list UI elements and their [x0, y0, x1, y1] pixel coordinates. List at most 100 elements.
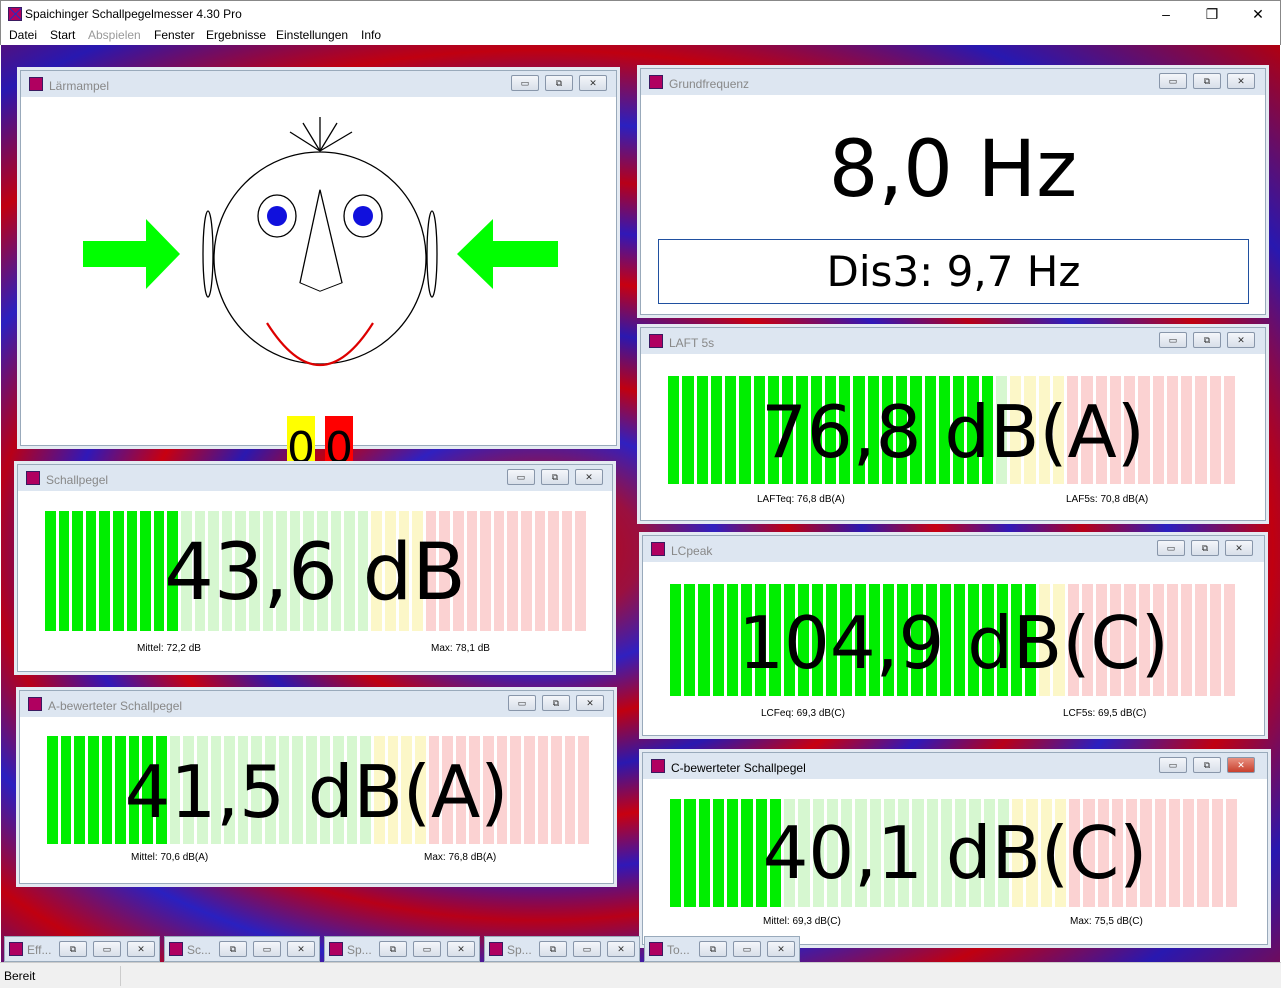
grundfrequenz-body: 8,0 Hz Dis3: 9,7 Hz [648, 95, 1258, 307]
window-close-button[interactable]: ✕ [1225, 540, 1253, 556]
window-restore-button[interactable]: ⧉ [379, 941, 407, 957]
window-maximize-button[interactable]: ▭ [413, 941, 441, 957]
minimized-title: Sc... [187, 943, 212, 957]
c-weighted-window[interactable]: C-bewerteter Schallpegel ▭ ⧉ ✕ 40,1 dB(C… [642, 752, 1268, 945]
window-restore-button[interactable]: ⧉ [219, 941, 247, 957]
window-maximize-button[interactable]: ⧉ [1193, 332, 1221, 348]
hair [289, 117, 353, 152]
minimized-window[interactable]: Sc... ⧉ ▭ ✕ [164, 936, 320, 962]
window-icon [489, 942, 503, 956]
window-close-button[interactable]: ✕ [1227, 73, 1255, 89]
window-maximize-button[interactable]: ▭ [93, 941, 121, 957]
minimized-window[interactable]: Eff... ⧉ ▭ ✕ [4, 936, 160, 962]
menu-start[interactable]: Start [50, 28, 75, 42]
window-restore-button[interactable]: ⧉ [699, 941, 727, 957]
window-maximize-button[interactable]: ▭ [253, 941, 281, 957]
window-titlebar[interactable]: Grundfrequenz ▭ ⧉ ✕ [641, 69, 1265, 95]
window-titlebar[interactable]: C-bewerteter Schallpegel ▭ ⧉ ✕ [643, 753, 1267, 779]
a-weighted-window[interactable]: A-bewerteter Schallpegel ▭ ⧉ ✕ 41,5 dB(A… [19, 690, 614, 884]
minimized-window[interactable]: Sp... ⧉ ▭ ✕ [324, 936, 480, 962]
level-right-stat: LAF5s: 70,8 dB(A) [1066, 494, 1149, 505]
window-titlebar[interactable]: Lärmampel ▭ ⧉ ✕ [21, 71, 616, 97]
window-icon [9, 942, 23, 956]
window-title: C-bewerteter Schallpegel [671, 761, 806, 775]
laermampel-window[interactable]: Lärmampel ▭ ⧉ ✕ 0 0 [20, 70, 617, 482]
nose [299, 189, 343, 292]
level-right-stat: Max: 78,1 dB [431, 643, 490, 654]
minimized-window[interactable]: Sp... ⧉ ▭ ✕ [484, 936, 640, 962]
close-button[interactable]: ✕ [1235, 3, 1281, 25]
window-titlebar[interactable]: Schallpegel ▭ ⧉ ✕ [18, 465, 612, 491]
window-minimize-button[interactable]: ▭ [1159, 332, 1187, 348]
a-weighted-body: 41,5 dB(A) Mittel: 70,6 dB(A) Max: 76,8 … [27, 717, 606, 876]
window-maximize-button[interactable]: ⧉ [1193, 757, 1221, 773]
mdi-workspace: Lärmampel ▭ ⧉ ✕ 0 0 Grundfrequenz ▭ ⧉ ✕ … [1, 45, 1280, 962]
window-restore-button[interactable]: ⧉ [539, 941, 567, 957]
menu-fenster[interactable]: Fenster [154, 28, 195, 42]
window-close-button[interactable]: ✕ [1227, 757, 1255, 773]
window-close-button[interactable]: ✕ [576, 695, 604, 711]
app-title: Spaichinger Schallpegelmesser 4.30 Pro [25, 7, 242, 21]
right-ear [426, 210, 438, 298]
window-maximize-button[interactable]: ⧉ [1193, 73, 1221, 89]
face-drawing [83, 117, 558, 366]
window-maximize-button[interactable]: ⧉ [545, 75, 573, 91]
menu-ergebnisse[interactable]: Ergebnisse [206, 28, 266, 42]
window-minimize-button[interactable]: ▭ [511, 75, 539, 91]
window-close-button[interactable]: ✕ [575, 469, 603, 485]
window-maximize-button[interactable]: ⧉ [1191, 540, 1219, 556]
status-text: Bereit [4, 969, 36, 983]
menu-abspielen[interactable]: Abspielen [88, 28, 141, 42]
schallpegel-window[interactable]: Schallpegel ▭ ⧉ ✕ 43,6 dB Mittel: 72,2 d… [17, 464, 613, 672]
restore-button[interactable]: ❐ [1189, 3, 1235, 25]
window-minimize-button[interactable]: ▭ [1159, 73, 1187, 89]
lcpeak-window[interactable]: LCpeak ▭ ⧉ ✕ 104,9 dB(C) LCFeq: 69,3 dB(… [642, 535, 1265, 736]
app-titlebar: Spaichinger Schallpegelmesser 4.30 Pro –… [0, 0, 1281, 26]
window-close-button[interactable]: ✕ [1227, 332, 1255, 348]
window-close-button[interactable]: ✕ [767, 941, 795, 957]
window-titlebar[interactable]: LCpeak ▭ ⧉ ✕ [643, 536, 1264, 562]
window-icon [329, 942, 343, 956]
menu-einstellungen[interactable]: Einstellungen [276, 28, 348, 42]
status-bar: Bereit [0, 962, 1281, 988]
window-maximize-button[interactable]: ⧉ [541, 469, 569, 485]
window-icon [649, 942, 663, 956]
minimized-window[interactable]: To... ⧉ ▭ ✕ [644, 936, 800, 962]
window-close-button[interactable]: ✕ [447, 941, 475, 957]
level-right-stat: Max: 76,8 dB(A) [424, 852, 497, 863]
window-minimize-button[interactable]: ▭ [1157, 540, 1185, 556]
window-close-button[interactable]: ✕ [287, 941, 315, 957]
level-value: 104,9 dB(C) [738, 601, 1169, 685]
menu-datei[interactable]: Datei [9, 28, 37, 42]
window-title: Grundfrequenz [669, 77, 750, 91]
window-minimize-button[interactable]: ▭ [507, 469, 535, 485]
window-title: LCpeak [671, 544, 713, 558]
level-right-stat: Max: 75,5 dB(C) [1070, 916, 1143, 927]
window-icon [651, 759, 665, 773]
level-left-stat: Mittel: 69,3 dB(C) [763, 916, 841, 927]
window-titlebar[interactable]: A-bewerteter Schallpegel ▭ ⧉ ✕ [20, 691, 613, 717]
window-close-button[interactable]: ✕ [127, 941, 155, 957]
window-maximize-button[interactable]: ⧉ [542, 695, 570, 711]
lcpeak-body: 104,9 dB(C) LCFeq: 69,3 dB(C) LCF5s: 69,… [650, 562, 1257, 728]
laft-window[interactable]: LAFT 5s ▭ ⧉ ✕ 76,8 dB(A) LAFTeq: 76,8 dB… [640, 327, 1266, 521]
minimized-title: Sp... [347, 943, 372, 957]
window-icon [28, 697, 42, 711]
window-icon [649, 334, 663, 348]
menu-info[interactable]: Info [361, 28, 381, 42]
level-value: 43,6 dB [164, 528, 466, 618]
window-maximize-button[interactable]: ▭ [573, 941, 601, 957]
minimize-button[interactable]: – [1143, 3, 1189, 25]
grundfrequenz-window[interactable]: Grundfrequenz ▭ ⧉ ✕ 8,0 Hz Dis3: 9,7 Hz [640, 68, 1266, 315]
window-minimize-button[interactable]: ▭ [508, 695, 536, 711]
level-left-stat: LAFTeq: 76,8 dB(A) [757, 494, 845, 505]
window-maximize-button[interactable]: ▭ [733, 941, 761, 957]
window-title: Schallpegel [46, 473, 109, 487]
window-restore-button[interactable]: ⧉ [59, 941, 87, 957]
window-icon [26, 471, 40, 485]
window-minimize-button[interactable]: ▭ [1159, 757, 1187, 773]
window-close-button[interactable]: ✕ [579, 75, 607, 91]
window-titlebar[interactable]: LAFT 5s ▭ ⧉ ✕ [641, 328, 1265, 354]
level-value: 40,1 dB(C) [762, 811, 1148, 895]
window-close-button[interactable]: ✕ [607, 941, 635, 957]
